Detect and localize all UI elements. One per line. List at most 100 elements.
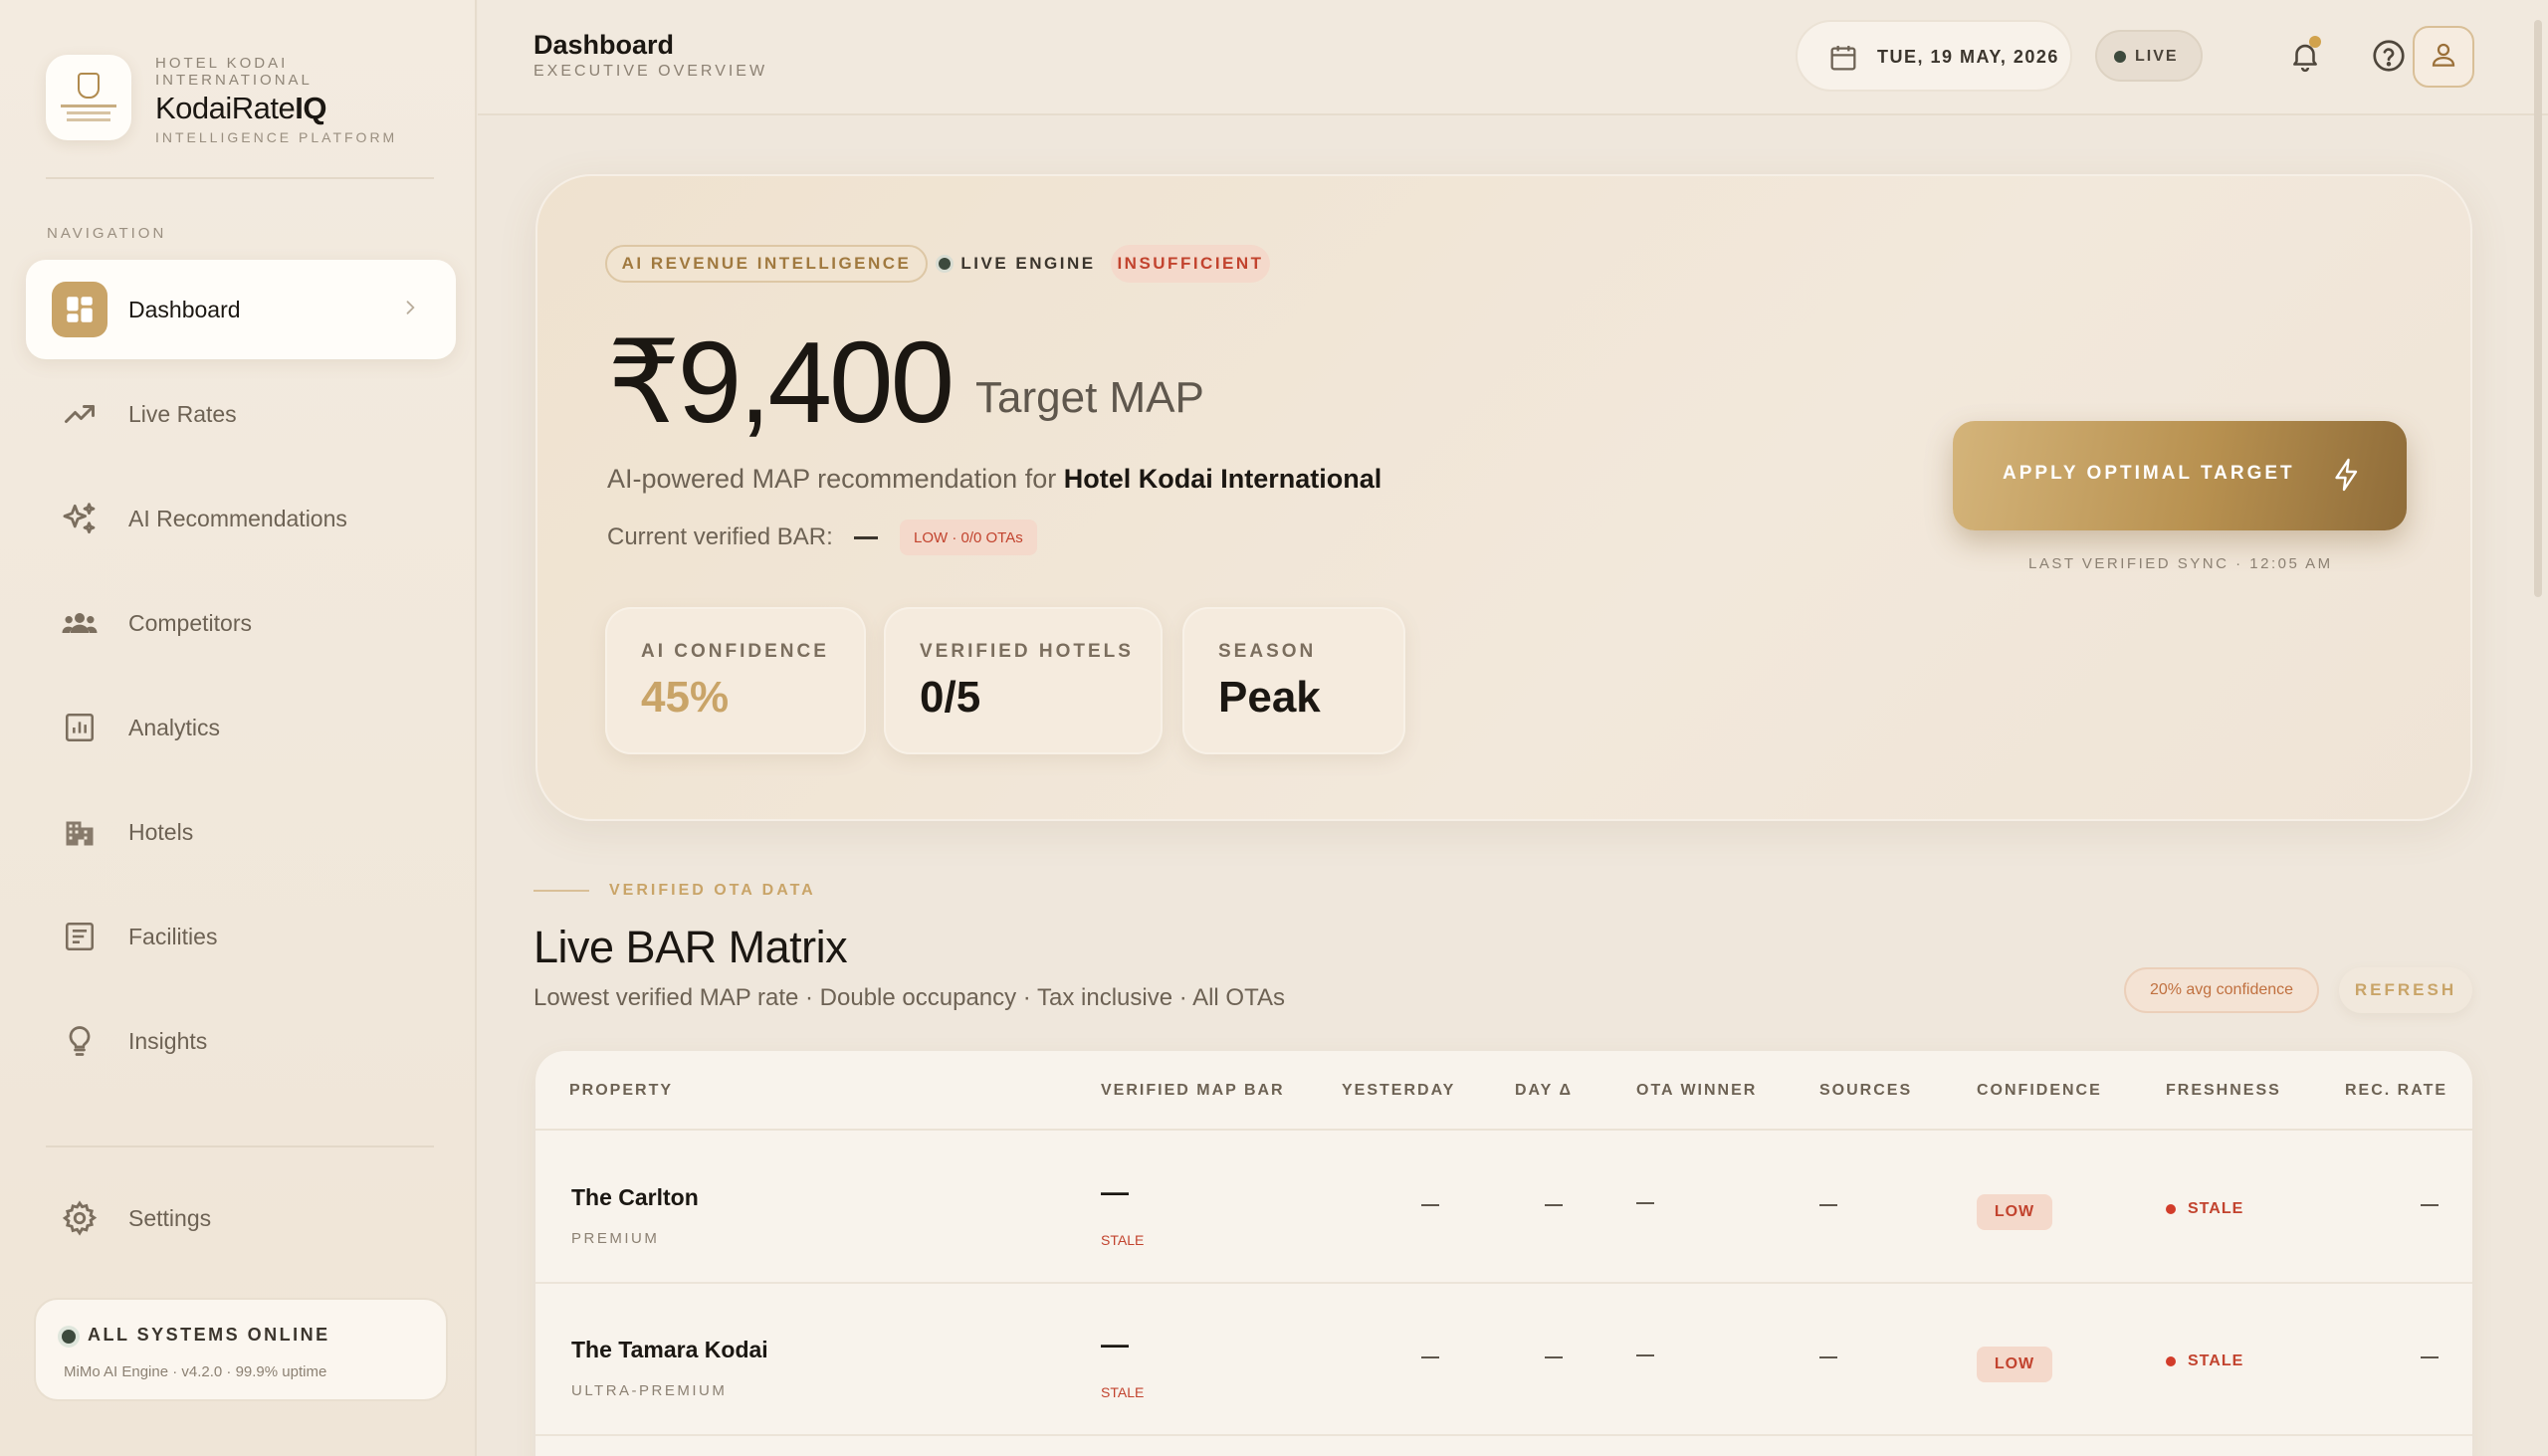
avg-confidence-pill: 20% avg confidence: [2124, 967, 2319, 1013]
property-name: The Tamara Kodai: [571, 1337, 768, 1362]
status-detail: MiMo AI Engine · v4.2.0 · 99.9% uptime: [64, 1363, 327, 1380]
metric-value: 45%: [641, 673, 730, 722]
season-card: SEASON Peak: [1182, 607, 1405, 754]
apply-button-label: APPLY OPTIMAL TARGET: [2003, 463, 2295, 484]
sidebar-item-analytics[interactable]: Analytics: [26, 678, 456, 777]
sidebar-item-dashboard[interactable]: Dashboard: [26, 260, 456, 359]
nav-heading: NAVIGATION: [47, 225, 167, 242]
sidebar-item-settings[interactable]: Settings: [26, 1168, 456, 1268]
recommendation-text: AI-powered MAP recommendation for Hotel …: [607, 464, 1382, 494]
page-title: Dashboard: [533, 30, 675, 60]
column-header[interactable]: DAY Δ: [1515, 1082, 1573, 1100]
current-bar-value: [854, 536, 878, 539]
trending-up-icon: [52, 386, 107, 442]
metric-value: Peak: [1218, 673, 1321, 722]
yesterday-value: [1421, 1204, 1439, 1206]
profile-button[interactable]: [2413, 26, 2474, 88]
brand[interactable]: HOTEL KODAI INTERNATIONAL KodaiRateIQ IN…: [46, 55, 444, 149]
lightbulb-icon: [52, 1013, 107, 1069]
lightning-icon: [2329, 455, 2365, 500]
top-bar: Dashboard EXECUTIVE OVERVIEW TUE, 19 MAY…: [478, 0, 2548, 115]
metric-label: SEASON: [1218, 641, 1317, 662]
current-bar-label: Current verified BAR:: [607, 523, 833, 550]
column-header[interactable]: REC. RATE: [2345, 1082, 2447, 1100]
app-name: KodaiRateIQ: [155, 91, 327, 125]
sidebar-item-label: Analytics: [128, 714, 221, 740]
data-status-badge: INSUFFICIENT: [1111, 245, 1270, 283]
column-header[interactable]: SOURCES: [1819, 1082, 1912, 1100]
live-indicator: LIVE: [2095, 30, 2203, 82]
target-map-price: ₹9,400: [607, 317, 955, 447]
freshness-status: STALE: [2166, 1352, 2243, 1370]
ai-confidence-card: AI CONFIDENCE 45%: [605, 607, 866, 754]
refresh-button[interactable]: REFRESH: [2339, 967, 2472, 1013]
bar-matrix-table: PROPERTY VERIFIED MAP BAR YESTERDAY DAY …: [535, 1051, 2472, 1456]
ota-winner-value: [1636, 1202, 1654, 1204]
dashboard-grid-icon: [52, 282, 107, 337]
bar-status: STALE: [1101, 1232, 1145, 1248]
brand-subtitle: INTELLIGENCE PLATFORM: [155, 129, 398, 145]
notifications-button[interactable]: [2277, 30, 2333, 86]
sidebar-item-label: Hotels: [128, 818, 194, 845]
section-subtitle: Lowest verified MAP rate · Double occupa…: [533, 984, 1285, 1011]
last-sync-text: LAST VERIFIED SYNC · 12:05 AM: [2028, 555, 2333, 572]
system-status-card: ALL SYSTEMS ONLINE MiMo AI Engine · v4.2…: [34, 1298, 448, 1401]
calendar-icon: [1827, 42, 1859, 79]
sidebar-item-ai-recommendations[interactable]: AI Recommendations: [26, 469, 456, 568]
rec-rate-value: [2421, 1204, 2439, 1206]
confidence-badge: LOW: [1977, 1347, 2052, 1382]
sidebar: HOTEL KODAI INTERNATIONAL KodaiRateIQ IN…: [0, 0, 477, 1456]
column-header[interactable]: CONFIDENCE: [1977, 1082, 2102, 1100]
date-picker[interactable]: TUE, 19 MAY, 2026: [1796, 20, 2072, 92]
sidebar-item-hotels[interactable]: Hotels: [26, 782, 456, 882]
building-icon: [52, 804, 107, 860]
sidebar-item-label: Insights: [128, 1027, 208, 1054]
property-name: The Carlton: [571, 1184, 699, 1210]
page-scrollbar[interactable]: [2534, 20, 2542, 597]
ai-revenue-card: AI REVENUE INTELLIGENCE LIVE ENGINE INSU…: [535, 174, 2472, 821]
verified-map-bar: —: [1101, 1329, 1129, 1359]
user-icon: [2429, 40, 2458, 75]
column-header[interactable]: VERIFIED MAP BAR: [1101, 1082, 1285, 1100]
help-button[interactable]: [2361, 30, 2417, 86]
table-header: PROPERTY VERIFIED MAP BAR YESTERDAY DAY …: [535, 1051, 2472, 1131]
column-header[interactable]: YESTERDAY: [1342, 1082, 1455, 1100]
sidebar-item-insights[interactable]: Insights: [26, 991, 456, 1091]
sidebar-item-label: Dashboard: [128, 296, 241, 322]
hotel-name: Hotel Kodai International: [1063, 464, 1382, 494]
metric-label: AI CONFIDENCE: [641, 641, 829, 662]
day-delta-value: [1545, 1356, 1563, 1358]
column-header[interactable]: FRESHNESS: [2166, 1082, 2281, 1100]
property-tier: ULTRA-PREMIUM: [571, 1382, 728, 1399]
sidebar-item-live-rates[interactable]: Live Rates: [26, 364, 456, 464]
rec-rate-value: [2421, 1356, 2439, 1358]
table-row[interactable]: The Carlton PREMIUM — STALE LOW STALE: [535, 1133, 2472, 1284]
property-tier: PREMIUM: [571, 1230, 660, 1247]
column-header[interactable]: OTA WINNER: [1636, 1082, 1757, 1100]
apply-optimal-target-button[interactable]: APPLY OPTIMAL TARGET: [1953, 421, 2407, 530]
bar-chart-icon: [52, 700, 107, 755]
sidebar-item-facilities[interactable]: Facilities: [26, 887, 456, 986]
column-header[interactable]: PROPERTY: [569, 1082, 673, 1100]
table-row[interactable]: The Tamara Kodai ULTRA-PREMIUM — STALE L…: [535, 1285, 2472, 1436]
status-title: ALL SYSTEMS ONLINE: [88, 1325, 330, 1345]
page-subtitle: EXECUTIVE OVERVIEW: [533, 63, 768, 80]
sources-value: [1819, 1204, 1837, 1206]
ota-winner-value: [1636, 1354, 1654, 1356]
sidebar-item-label: Facilities: [128, 923, 218, 949]
live-engine-chip: LIVE ENGINE: [938, 245, 1097, 283]
sidebar-divider: [46, 1145, 434, 1147]
ai-revenue-chip: AI REVENUE INTELLIGENCE: [605, 245, 928, 283]
sidebar-item-competitors[interactable]: Competitors: [26, 573, 456, 673]
chevron-right-icon: [400, 298, 420, 322]
users-icon: [52, 595, 107, 651]
sources-value: [1819, 1356, 1837, 1358]
bar-confidence-badge: LOW · 0/0 OTAs: [900, 520, 1037, 555]
sidebar-item-label: AI Recommendations: [128, 505, 347, 531]
sparkles-icon: [52, 491, 107, 546]
clipboard-icon: [52, 909, 107, 964]
metric-value: 0/5: [920, 673, 981, 722]
target-map-label: Target MAP: [975, 373, 1204, 422]
notification-dot: [2309, 36, 2321, 48]
brand-overline: HOTEL KODAI INTERNATIONAL: [155, 55, 313, 89]
